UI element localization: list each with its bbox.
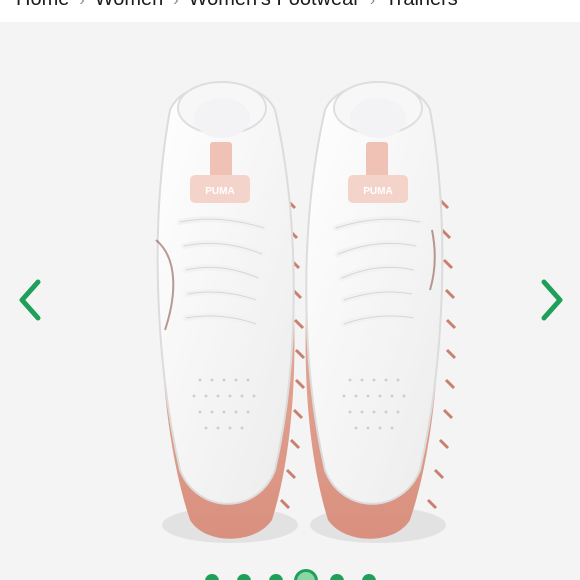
previous-image-button[interactable]: [10, 272, 50, 328]
right-shoe: PUMA: [305, 81, 457, 543]
breadcrumb-womens-footwear[interactable]: Women's Footwear: [189, 0, 360, 10]
chevron-right-icon: [541, 279, 563, 321]
carousel-dot-5[interactable]: [330, 574, 344, 580]
breadcrumb-separator: ›: [79, 0, 85, 9]
carousel-pagination: [0, 569, 580, 580]
carousel-dot-2[interactable]: [237, 574, 251, 580]
next-image-button[interactable]: [532, 272, 572, 328]
carousel-dot-4-active[interactable]: [294, 569, 318, 580]
breadcrumb-separator: ›: [369, 0, 376, 9]
carousel-dot-6[interactable]: [362, 574, 376, 580]
product-image: PUMA PUMA: [155, 81, 457, 543]
chevron-left-icon: [19, 279, 41, 321]
carousel-dot-1[interactable]: [205, 574, 219, 580]
tongue-brand-label: PUMA: [363, 186, 392, 197]
breadcrumb: Home › Women › Women's Footwear › Trainers: [0, 0, 580, 22]
carousel-dot-3[interactable]: [269, 574, 283, 580]
left-shoe: PUMA: [155, 81, 306, 543]
breadcrumb-separator: ›: [173, 0, 179, 9]
tongue-brand-label: PUMA: [205, 186, 234, 197]
product-image-gallery: PUMA PUMA: [0, 22, 580, 580]
breadcrumb-trainers[interactable]: Trainers: [385, 0, 458, 10]
breadcrumb-home[interactable]: Home: [16, 0, 69, 10]
breadcrumb-women[interactable]: Women: [95, 0, 164, 10]
